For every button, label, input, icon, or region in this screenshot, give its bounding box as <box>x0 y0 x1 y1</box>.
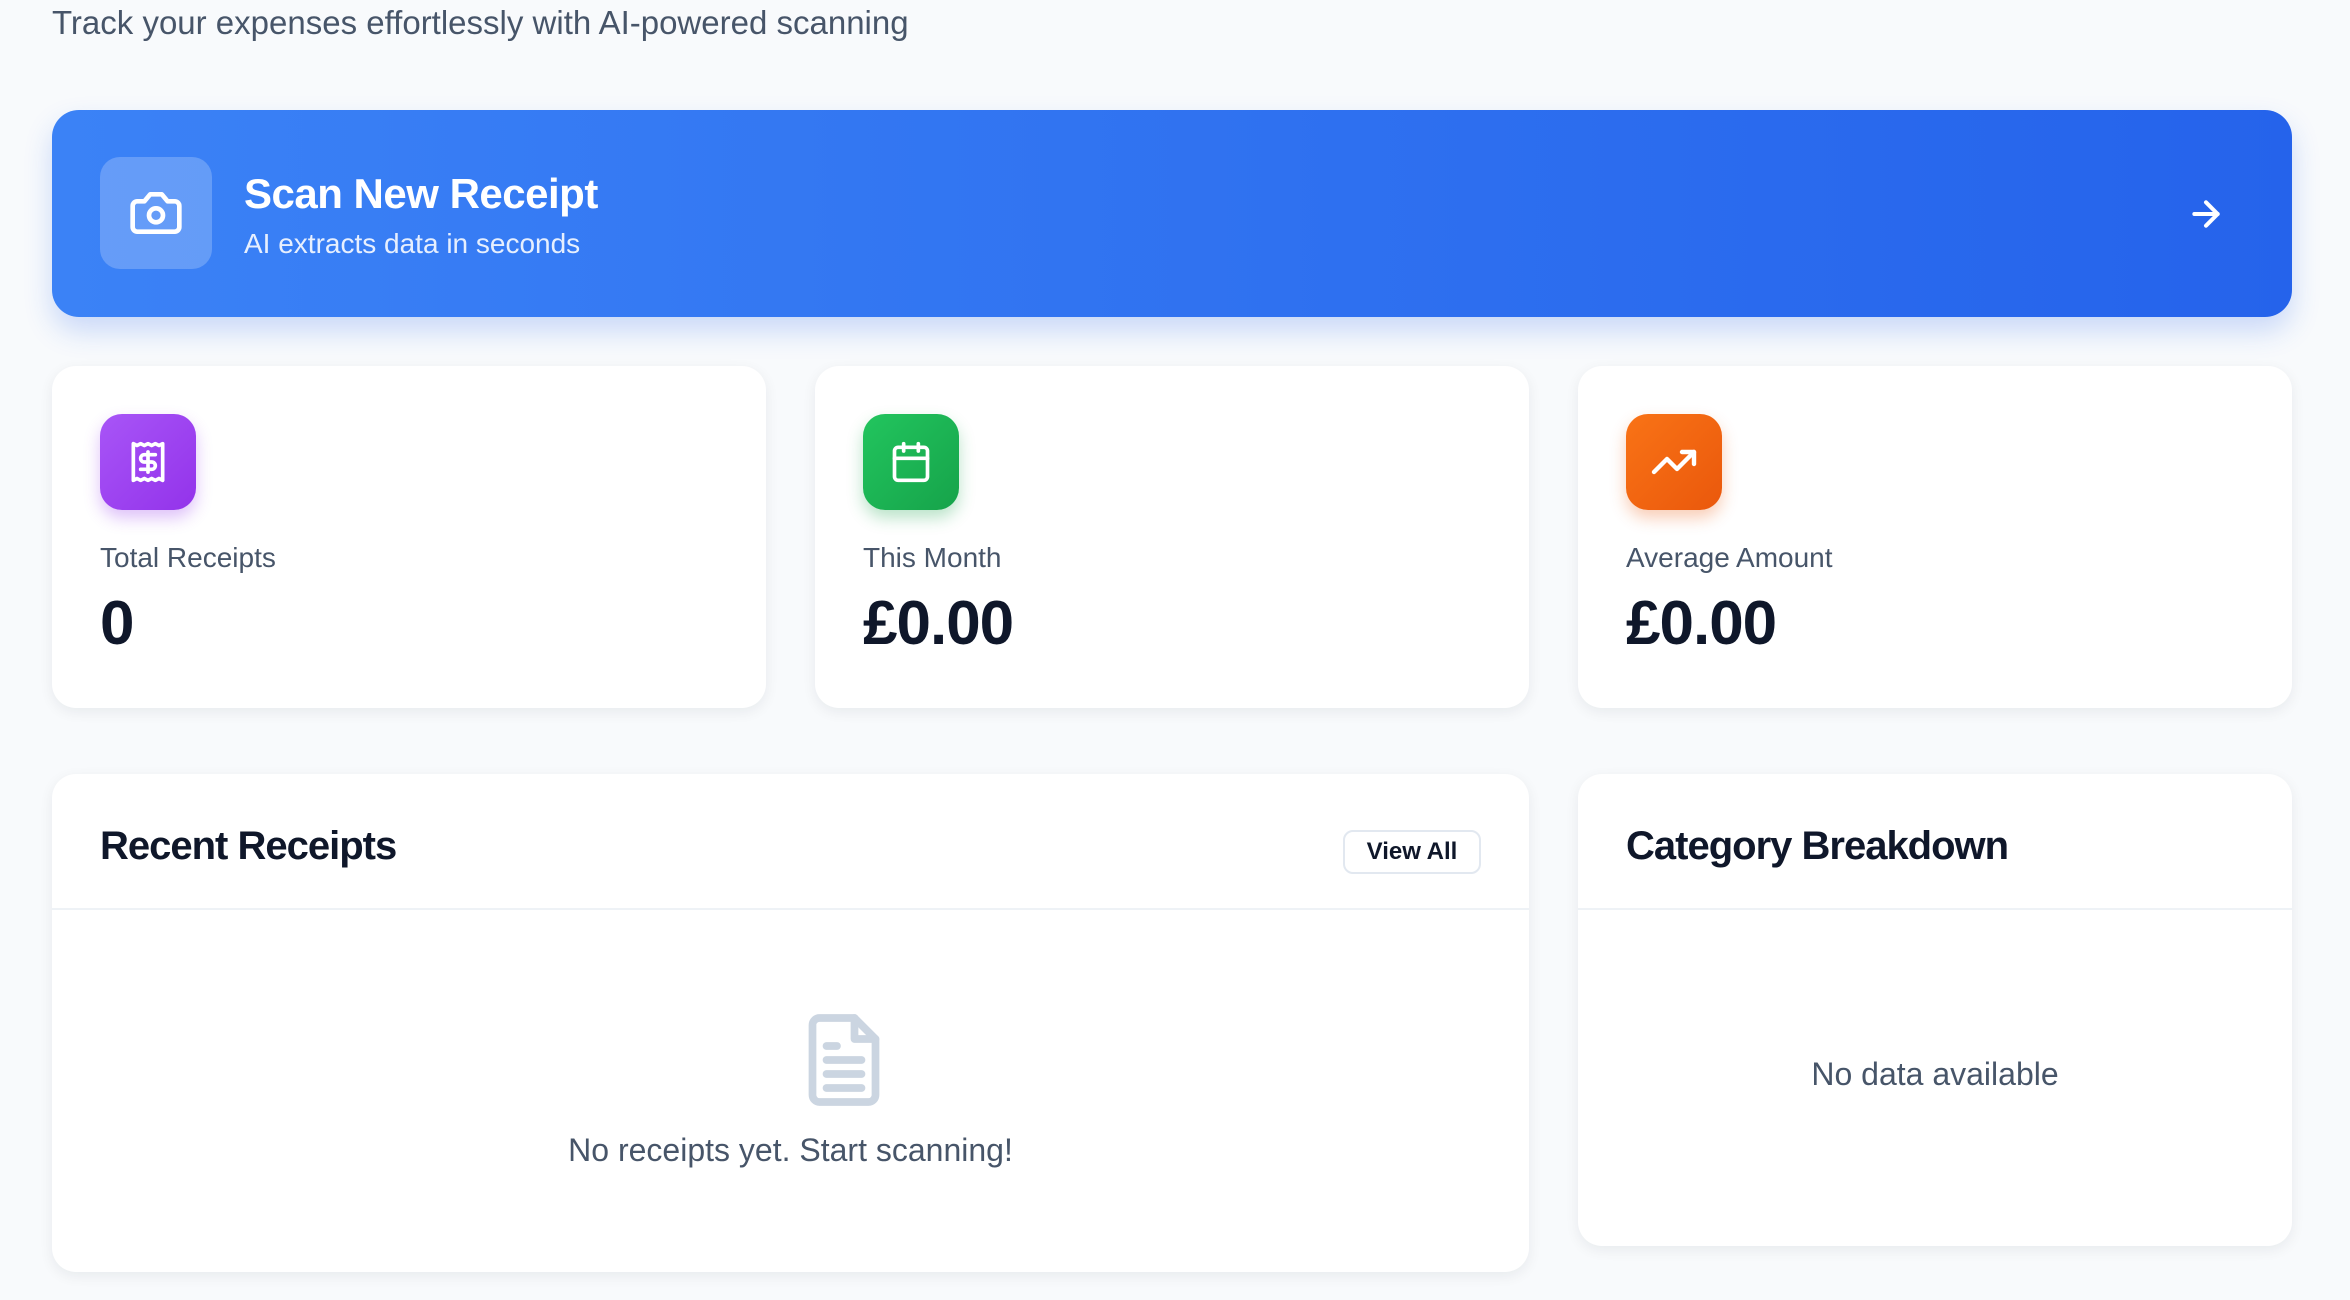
stat-card-this-month: This Month £0.00 <box>815 366 1529 708</box>
category-breakdown-title: Category Breakdown <box>1626 824 2009 868</box>
category-breakdown-header: Category Breakdown <box>1578 774 2292 910</box>
stat-value: £0.00 <box>1626 589 1777 658</box>
stat-card-total-receipts: Total Receipts 0 <box>52 366 766 708</box>
page-subtitle: Track your expenses effortlessly with AI… <box>52 4 909 41</box>
stat-label: This Month <box>863 542 1002 573</box>
stat-label: Average Amount <box>1626 542 1833 573</box>
stat-value: £0.00 <box>863 589 1014 658</box>
arrow-right-icon <box>2192 200 2220 228</box>
camera-icon <box>130 192 182 235</box>
receipt-icon <box>131 441 165 483</box>
scan-banner-title: Scan New Receipt <box>244 170 598 217</box>
stat-value: 0 <box>100 589 134 658</box>
calendar-icon <box>892 441 930 483</box>
stat-label: Total Receipts <box>100 542 276 573</box>
stat-card-average-amount: Average Amount £0.00 <box>1578 366 2292 708</box>
view-all-button[interactable]: View All <box>1343 830 1481 874</box>
recent-receipts-title: Recent Receipts <box>100 824 397 868</box>
camera-icon-container <box>100 157 212 269</box>
trending-up-icon <box>1651 449 1697 475</box>
empty-receipts-message: No receipts yet. Start scanning! <box>568 1132 1013 1168</box>
category-breakdown-panel: Category Breakdown No data available <box>1578 774 2292 1246</box>
document-icon <box>808 1014 880 1106</box>
scan-new-receipt-button[interactable]: Scan New Receipt AI extracts data in sec… <box>52 110 2292 317</box>
trending-up-icon-container <box>1626 414 1722 510</box>
recent-receipts-panel: Recent Receipts View All No receipts yet… <box>52 774 1529 1272</box>
scan-banner-subtitle: AI extracts data in seconds <box>244 228 581 259</box>
receipt-icon-container <box>100 414 196 510</box>
no-data-message: No data available <box>1811 1056 2059 1092</box>
recent-receipts-header: Recent Receipts View All <box>52 774 1529 910</box>
calendar-icon-container <box>863 414 959 510</box>
dashboard-page: Track your expenses effortlessly with AI… <box>0 0 2350 1300</box>
